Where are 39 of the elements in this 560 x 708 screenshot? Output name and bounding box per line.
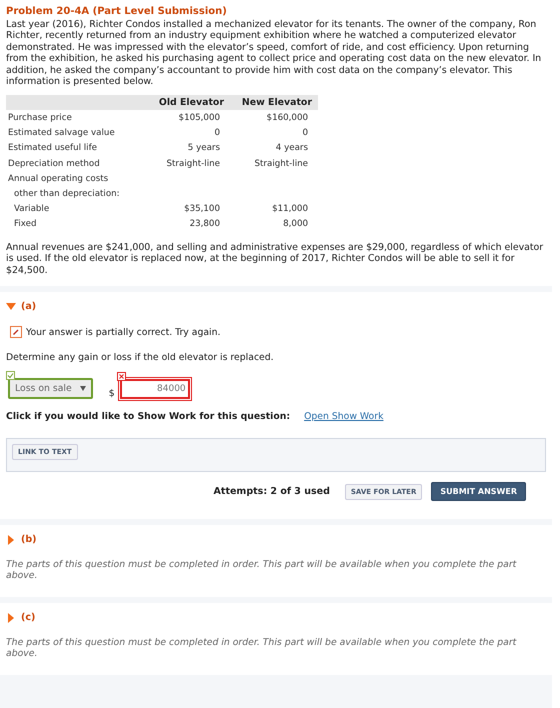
row-label: Estimated useful life — [8, 143, 97, 154]
locked-message: The parts of this question must be completed in order. This part will be available when you complete the part above. — [6, 637, 518, 660]
show-work-label: Click if you would like to Show Work for this question: — [6, 411, 290, 422]
row-label: Depreciation method — [8, 158, 100, 169]
attempts-text: Attempts: 2 of 3 used — [214, 486, 330, 498]
row-label: Purchase price — [8, 113, 72, 124]
table-cell: Straight-line — [254, 158, 308, 169]
row-label: Variable — [14, 204, 50, 214]
table-cell: $11,000 — [272, 204, 308, 214]
column-header: New Elevator — [242, 97, 313, 108]
table-cell: $35,100 — [184, 204, 220, 214]
currency-sign: $ — [108, 388, 115, 400]
table-cell: 0 — [302, 128, 308, 138]
table-cell: 8,000 — [283, 219, 308, 230]
part-label[interactable]: (c) — [21, 612, 36, 624]
feedback-text: Your answer is partially correct. Try again. — [26, 326, 220, 338]
answer-dropdown[interactable]: Loss on sale — [8, 378, 93, 400]
problem-text: Annual revenues are $241,000, and selling and administrative expenses are $29,000, regardless of which elevator is used. If the old elevator is replaced now, at the beginning of 2017, Richter Condos will be able to sell it for $24,500. — [6, 242, 544, 276]
submit-button[interactable]: SUBMIT ANSWER — [431, 482, 526, 502]
row-label: Fixed — [14, 219, 37, 230]
problem-text: Last year (2016), Richter Condos installed a mechanized elevator for its tenants. The owner of the company, Ron Richter, recently returned from an industry equipment exhibition where he watched a computerized elevator demonstrated. He was impressed with the elevator’s speed, comfort of ride, and cost efficiency. Upon returning from the exhibition, he asked his purchasing agent to collect price and operating cost data on the new elevator. In addition, he asked the company’s accountant to provide him with cost data on the company’s elevator. This information is presented below. — [6, 19, 542, 88]
answer-field[interactable]: 84000 — [120, 379, 190, 400]
table-cell: $105,000 — [178, 113, 220, 124]
table-cell: 5 years — [188, 143, 220, 154]
question-text: Determine any gain or loss if the old elevator is replaced. — [6, 352, 275, 364]
part-label[interactable]: (a) — [21, 301, 36, 312]
row-label: other than depreciation: — [14, 188, 120, 199]
row-label: Annual operating costs — [8, 174, 108, 184]
locked-message: The parts of this question must be completed in order. This part will be available when you complete the part above. — [6, 559, 518, 582]
table-cell: $160,000 — [266, 113, 308, 124]
table-cell: 0 — [214, 128, 220, 138]
part-label[interactable]: (b) — [21, 534, 36, 546]
table-cell: Straight-line — [166, 158, 220, 169]
problem-title: Problem 20-4A (Part Level Submission) — [6, 6, 228, 17]
table-cell: 23,800 — [190, 219, 220, 230]
column-header: Old Elevator — [158, 97, 225, 108]
table-cell: 4 years — [276, 143, 308, 154]
show-work-link[interactable]: Open Show Work — [304, 411, 384, 422]
row-label: Estimated salvage value — [8, 128, 115, 138]
